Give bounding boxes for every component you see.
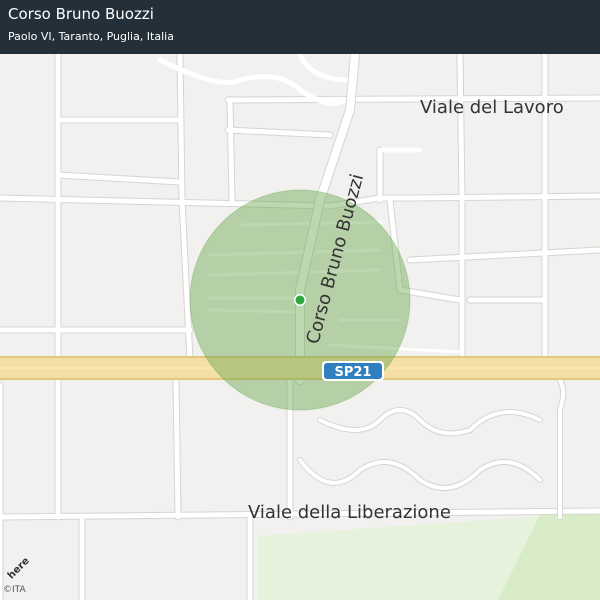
- map-copyright: ©ITA: [3, 585, 26, 595]
- map-canvas[interactable]: SP21 Corso Bruno Buozzi Viale del Lavoro…: [0, 0, 600, 600]
- location-title: Corso Bruno Buozzi: [8, 5, 154, 23]
- sp21-road-shield: SP21: [322, 361, 384, 381]
- location-subtitle: Paolo VI, Taranto, Puglia, Italia: [8, 30, 174, 43]
- location-header: Corso Bruno Buozzi Paolo VI, Taranto, Pu…: [0, 0, 600, 54]
- viale-del-lavoro-label: Viale del Lavoro: [420, 97, 564, 118]
- viale-della-liberazione-label: Viale della Liberazione: [248, 502, 451, 523]
- sp21-label: SP21: [335, 365, 372, 380]
- current-location-marker[interactable]: [294, 294, 306, 306]
